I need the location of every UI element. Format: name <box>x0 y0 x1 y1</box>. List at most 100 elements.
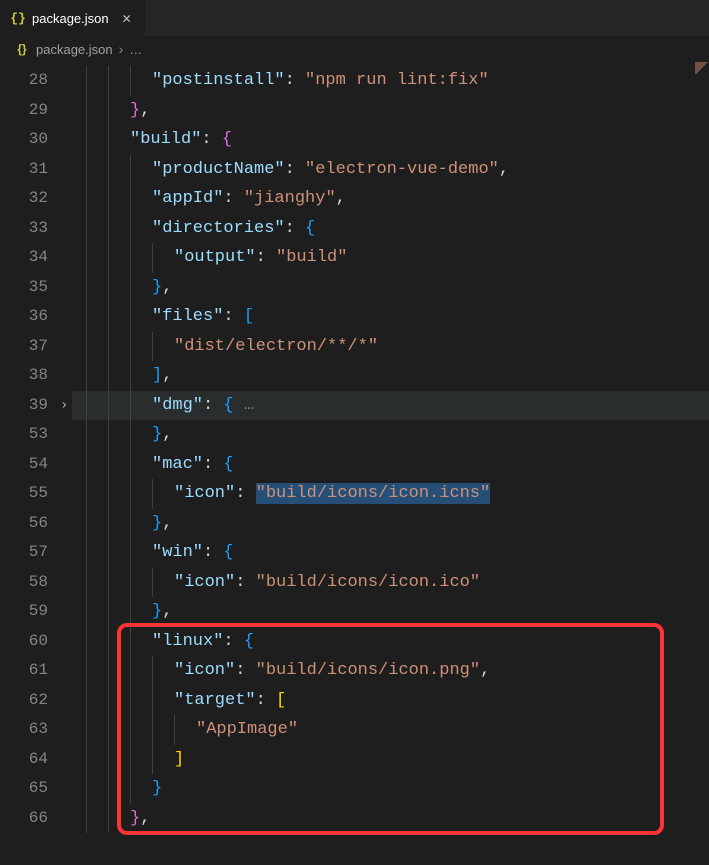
tab-bar: {} package.json ✕ <box>0 0 709 36</box>
token-brace3: ] <box>152 366 162 385</box>
indent-guide <box>108 332 109 362</box>
indent-guide <box>108 656 109 686</box>
code-line[interactable]: } <box>72 774 709 804</box>
indent-guide <box>130 273 131 303</box>
indent-guide <box>86 332 87 362</box>
indent-guide <box>108 96 109 126</box>
token-ellipsis: … <box>234 396 254 415</box>
indent-guide <box>174 715 175 745</box>
code-line[interactable]: "files": [ <box>72 302 709 332</box>
chevron-right-icon[interactable]: › <box>60 391 68 421</box>
indent-guide <box>108 243 109 273</box>
code-line[interactable]: "appId": "jianghy", <box>72 184 709 214</box>
token-key: "dmg" <box>152 396 203 415</box>
indent-guide <box>130 627 131 657</box>
indent-guide <box>86 715 87 745</box>
token-punct: : <box>285 219 305 238</box>
token-string: "npm run lint:fix" <box>305 71 489 90</box>
token-punct: : <box>256 691 276 710</box>
code-line[interactable]: "icon": "build/icons/icon.icns" <box>72 479 709 509</box>
indent-guide <box>152 745 153 775</box>
token-punct: : <box>223 307 243 326</box>
breadcrumb-more: … <box>129 42 142 57</box>
indent-guide <box>86 273 87 303</box>
indent-guide <box>86 302 87 332</box>
indent-guide <box>130 509 131 539</box>
token-key: "build" <box>130 130 201 149</box>
breadcrumb-file: package.json <box>36 42 113 57</box>
code-line[interactable]: "dmg": { … <box>72 391 709 421</box>
code-line[interactable]: "AppImage" <box>72 715 709 745</box>
indent-guide <box>152 715 153 745</box>
indent-guide <box>130 479 131 509</box>
indent-guide <box>108 509 109 539</box>
indent-guide <box>108 686 109 716</box>
token-brace3: { <box>223 543 233 562</box>
editor[interactable]: 282930313233343536373839›535455565758596… <box>0 62 709 833</box>
indent-guide <box>86 184 87 214</box>
indent-guide <box>86 450 87 480</box>
token-punct: : <box>223 632 243 651</box>
code-line[interactable]: ], <box>72 361 709 391</box>
code-line[interactable]: "build": { <box>72 125 709 155</box>
code-line[interactable]: "target": [ <box>72 686 709 716</box>
code-line[interactable]: }, <box>72 597 709 627</box>
line-number: 62 <box>0 686 72 716</box>
indent-guide <box>108 597 109 627</box>
line-number: 59 <box>0 597 72 627</box>
code-line[interactable]: "productName": "electron-vue-demo", <box>72 155 709 185</box>
breadcrumb[interactable]: {} package.json › … <box>0 36 709 62</box>
indent-guide <box>86 538 87 568</box>
code-line[interactable]: ] <box>72 745 709 775</box>
indent-guide <box>86 597 87 627</box>
code-line[interactable]: }, <box>72 96 709 126</box>
code-line[interactable]: }, <box>72 273 709 303</box>
code-line[interactable]: "postinstall": "npm run lint:fix" <box>72 66 709 96</box>
indent-guide <box>108 804 109 834</box>
indent-guide <box>86 774 87 804</box>
code-line[interactable]: "directories": { <box>72 214 709 244</box>
indent-guide <box>86 243 87 273</box>
token-key: "target" <box>174 691 256 710</box>
indent-guide <box>108 273 109 303</box>
token-brace3: { <box>244 632 254 651</box>
indent-guide <box>86 656 87 686</box>
tab-package-json[interactable]: {} package.json ✕ <box>0 0 146 36</box>
token-string: "AppImage" <box>196 720 298 739</box>
token-punct: , <box>162 366 172 385</box>
code-line[interactable]: "dist/electron/**/*" <box>72 332 709 362</box>
line-number: 58 <box>0 568 72 598</box>
code-line[interactable]: "mac": { <box>72 450 709 480</box>
token-brace3: { <box>305 219 315 238</box>
code-area[interactable]: "postinstall": "npm run lint:fix"},"buil… <box>72 62 709 833</box>
code-line[interactable]: }, <box>72 420 709 450</box>
indent-guide <box>86 420 87 450</box>
token-punct: : <box>235 573 255 592</box>
token-key: "linux" <box>152 632 223 651</box>
token-key: "icon" <box>174 484 235 503</box>
code-line[interactable]: "icon": "build/icons/icon.ico" <box>72 568 709 598</box>
indent-guide <box>86 804 87 834</box>
code-line[interactable]: "output": "build" <box>72 243 709 273</box>
code-line[interactable]: }, <box>72 509 709 539</box>
indent-guide <box>130 184 131 214</box>
token-key: "output" <box>174 248 256 267</box>
indent-guide <box>152 568 153 598</box>
code-line[interactable]: "icon": "build/icons/icon.png", <box>72 656 709 686</box>
indent-guide <box>130 155 131 185</box>
code-line[interactable]: "linux": { <box>72 627 709 657</box>
token-brace3: } <box>152 514 162 533</box>
indent-guide <box>130 656 131 686</box>
token-brace3: } <box>152 278 162 297</box>
line-number: 54 <box>0 450 72 480</box>
indent-guide <box>130 243 131 273</box>
indent-guide <box>130 715 131 745</box>
code-line[interactable]: }, <box>72 804 709 834</box>
token-punct: : <box>203 396 223 415</box>
code-line[interactable]: "win": { <box>72 538 709 568</box>
token-punct: , <box>162 602 172 621</box>
line-number: 53 <box>0 420 72 450</box>
close-icon[interactable]: ✕ <box>119 10 135 26</box>
token-brace3: [ <box>244 307 254 326</box>
line-number: 38 <box>0 361 72 391</box>
